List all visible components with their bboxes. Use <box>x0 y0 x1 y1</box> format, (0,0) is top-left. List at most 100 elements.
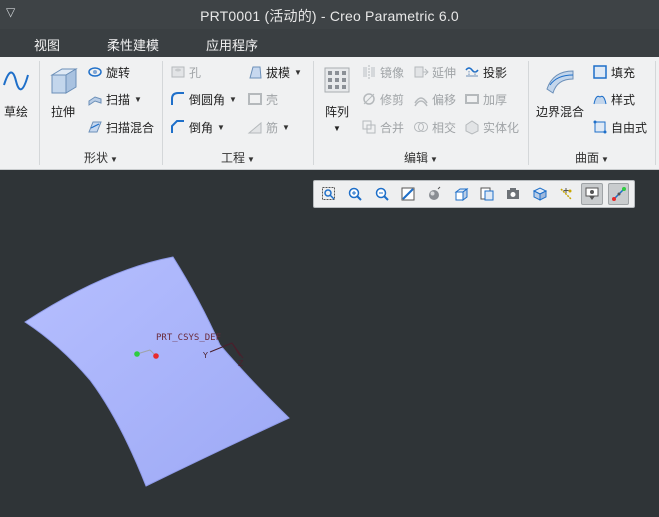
shell-icon <box>247 91 263 107</box>
chevron-down-icon[interactable]: ▼ <box>294 68 302 77</box>
revolve-icon <box>87 64 103 80</box>
draft-button[interactable]: 拔模 ▼ <box>247 62 302 82</box>
ribbon-tabs: 视图 柔性建模 应用程序 <box>0 29 659 57</box>
intersect-button[interactable]: 相交 <box>413 117 456 137</box>
extrude-button[interactable]: 拉伸 <box>44 65 82 120</box>
sweep-icon <box>87 91 103 107</box>
axis-z-label: Z <box>238 359 244 368</box>
thicken-label: 加厚 <box>483 92 508 107</box>
zoom-window-icon[interactable] <box>318 183 340 205</box>
group-divider <box>313 61 314 165</box>
refit-icon[interactable] <box>397 183 419 205</box>
draft-label: 拔模 <box>266 65 291 80</box>
chevron-down-icon[interactable]: ▼ <box>282 123 290 132</box>
style-icon <box>592 91 608 107</box>
offset-button[interactable]: 偏移 <box>413 89 456 109</box>
annotation-display-icon[interactable] <box>581 183 604 205</box>
extend-button[interactable]: 延伸 <box>413 62 456 82</box>
sweep-label: 扫描 <box>106 92 131 107</box>
merge-button[interactable]: 合并 <box>361 117 404 137</box>
round-icon <box>170 91 186 107</box>
trim-button[interactable]: 修剪 <box>361 89 404 109</box>
chamfer-button[interactable]: 倒角 ▼ <box>170 117 225 137</box>
sketch-button[interactable]: 草绘 <box>0 65 32 120</box>
fill-button[interactable]: 填充 <box>592 62 635 82</box>
group-label-shape[interactable]: 形状 ▼ <box>84 149 118 166</box>
extend-icon <box>413 64 429 80</box>
view-toolbar <box>313 180 635 208</box>
project-icon <box>464 64 480 80</box>
swept-blend-button[interactable]: 扫描混合 <box>87 117 154 137</box>
pattern-button[interactable]: 阵列 ▼ <box>318 65 356 133</box>
solidify-label: 实体化 <box>483 120 520 135</box>
trim-icon <box>361 91 377 107</box>
thicken-icon <box>464 91 480 107</box>
saved-orientations-icon[interactable] <box>450 183 472 205</box>
chevron-down-icon[interactable]: ▼ <box>217 123 225 132</box>
freestyle-button[interactable]: 自由式 <box>592 117 647 137</box>
chevron-down-icon[interactable]: ▼ <box>229 95 237 104</box>
tab-applications[interactable]: 应用程序 <box>206 35 258 54</box>
model-canvas: PRT_CSYS_DEF Y Z <box>24 256 290 487</box>
trim-label: 修剪 <box>380 92 405 107</box>
named-views-icon[interactable] <box>502 183 524 205</box>
group-label-engineering[interactable]: 工程 ▼ <box>221 149 255 166</box>
rib-button[interactable]: 筋 ▼ <box>247 117 290 137</box>
display-style-icon[interactable] <box>423 183 445 205</box>
project-button[interactable]: 投影 <box>464 62 507 82</box>
merge-label: 合并 <box>380 120 405 135</box>
sketch-label: 草绘 <box>3 105 28 119</box>
hole-button[interactable]: 孔 <box>170 62 201 82</box>
mirror-icon <box>361 64 377 80</box>
group-divider <box>528 61 529 165</box>
group-label-surfaces[interactable]: 曲面 ▼ <box>575 149 609 166</box>
mirror-button[interactable]: 镜像 <box>361 62 404 82</box>
style-button[interactable]: 样式 <box>592 89 635 109</box>
offset-icon <box>413 91 429 107</box>
axis-y-label: Y <box>202 351 208 360</box>
solidify-icon <box>464 119 480 135</box>
curved-surface[interactable] <box>24 256 290 487</box>
csys-origin-red-dot <box>153 353 159 359</box>
chevron-down-icon: ▼ <box>430 155 438 164</box>
chamfer-icon <box>170 119 186 135</box>
freestyle-label: 自由式 <box>611 120 648 135</box>
offset-label: 偏移 <box>432 92 457 107</box>
perspective-icon[interactable] <box>529 183 551 205</box>
csys-label[interactable]: PRT_CSYS_DEF <box>156 333 221 343</box>
zoom-in-icon[interactable] <box>344 183 366 205</box>
group-label-editing[interactable]: 编辑 ▼ <box>404 149 438 166</box>
project-label: 投影 <box>483 65 508 80</box>
ribbon: 草绘 拉伸 旋转 扫描 ▼ 扫描混合 形状 ▼ 孔 倒圆角 ▼ 倒角 ▼ 拔模 … <box>0 57 659 170</box>
zoom-out-icon[interactable] <box>371 183 393 205</box>
spin-center-icon[interactable] <box>607 183 630 205</box>
fill-icon <box>592 64 608 80</box>
title-bar: ▽ PRT0001 (活动的) - Creo Parametric 6.0 <box>0 0 659 29</box>
swept-blend-icon <box>87 119 103 135</box>
extrude-label: 拉伸 <box>50 105 75 119</box>
extend-label: 延伸 <box>432 65 457 80</box>
merge-icon <box>361 119 377 135</box>
solidify-button[interactable]: 实体化 <box>464 117 519 137</box>
sweep-button[interactable]: 扫描 ▼ <box>87 89 142 109</box>
chevron-down-icon[interactable]: ▼ <box>134 95 142 104</box>
thicken-button[interactable]: 加厚 <box>464 89 507 109</box>
chevron-down-icon: ▼ <box>110 155 118 164</box>
round-button[interactable]: 倒圆角 ▼ <box>170 89 237 109</box>
revolve-button[interactable]: 旋转 <box>87 62 130 82</box>
tab-flexible-modeling[interactable]: 柔性建模 <box>107 35 159 54</box>
window-title: PRT0001 (活动的) - Creo Parametric 6.0 <box>200 8 459 24</box>
boundary-blend-icon <box>543 65 577 97</box>
boundary-blend-button[interactable]: 边界混合 <box>533 65 587 120</box>
freestyle-icon <box>592 119 608 135</box>
mirror-label: 镜像 <box>380 65 405 80</box>
sketch-wave-icon <box>1 65 31 97</box>
chevron-down-icon: ▼ <box>247 155 255 164</box>
chevron-down-icon[interactable]: ▼ <box>318 124 356 133</box>
tab-view[interactable]: 视图 <box>34 35 60 54</box>
datum-display-icon[interactable] <box>555 183 577 205</box>
graphics-window[interactable]: PRT_CSYS_DEF Y Z <box>0 170 659 517</box>
chevron-down-icon: ▼ <box>601 155 609 164</box>
view-manager-icon[interactable] <box>476 183 498 205</box>
shell-button[interactable]: 壳 <box>247 89 278 109</box>
